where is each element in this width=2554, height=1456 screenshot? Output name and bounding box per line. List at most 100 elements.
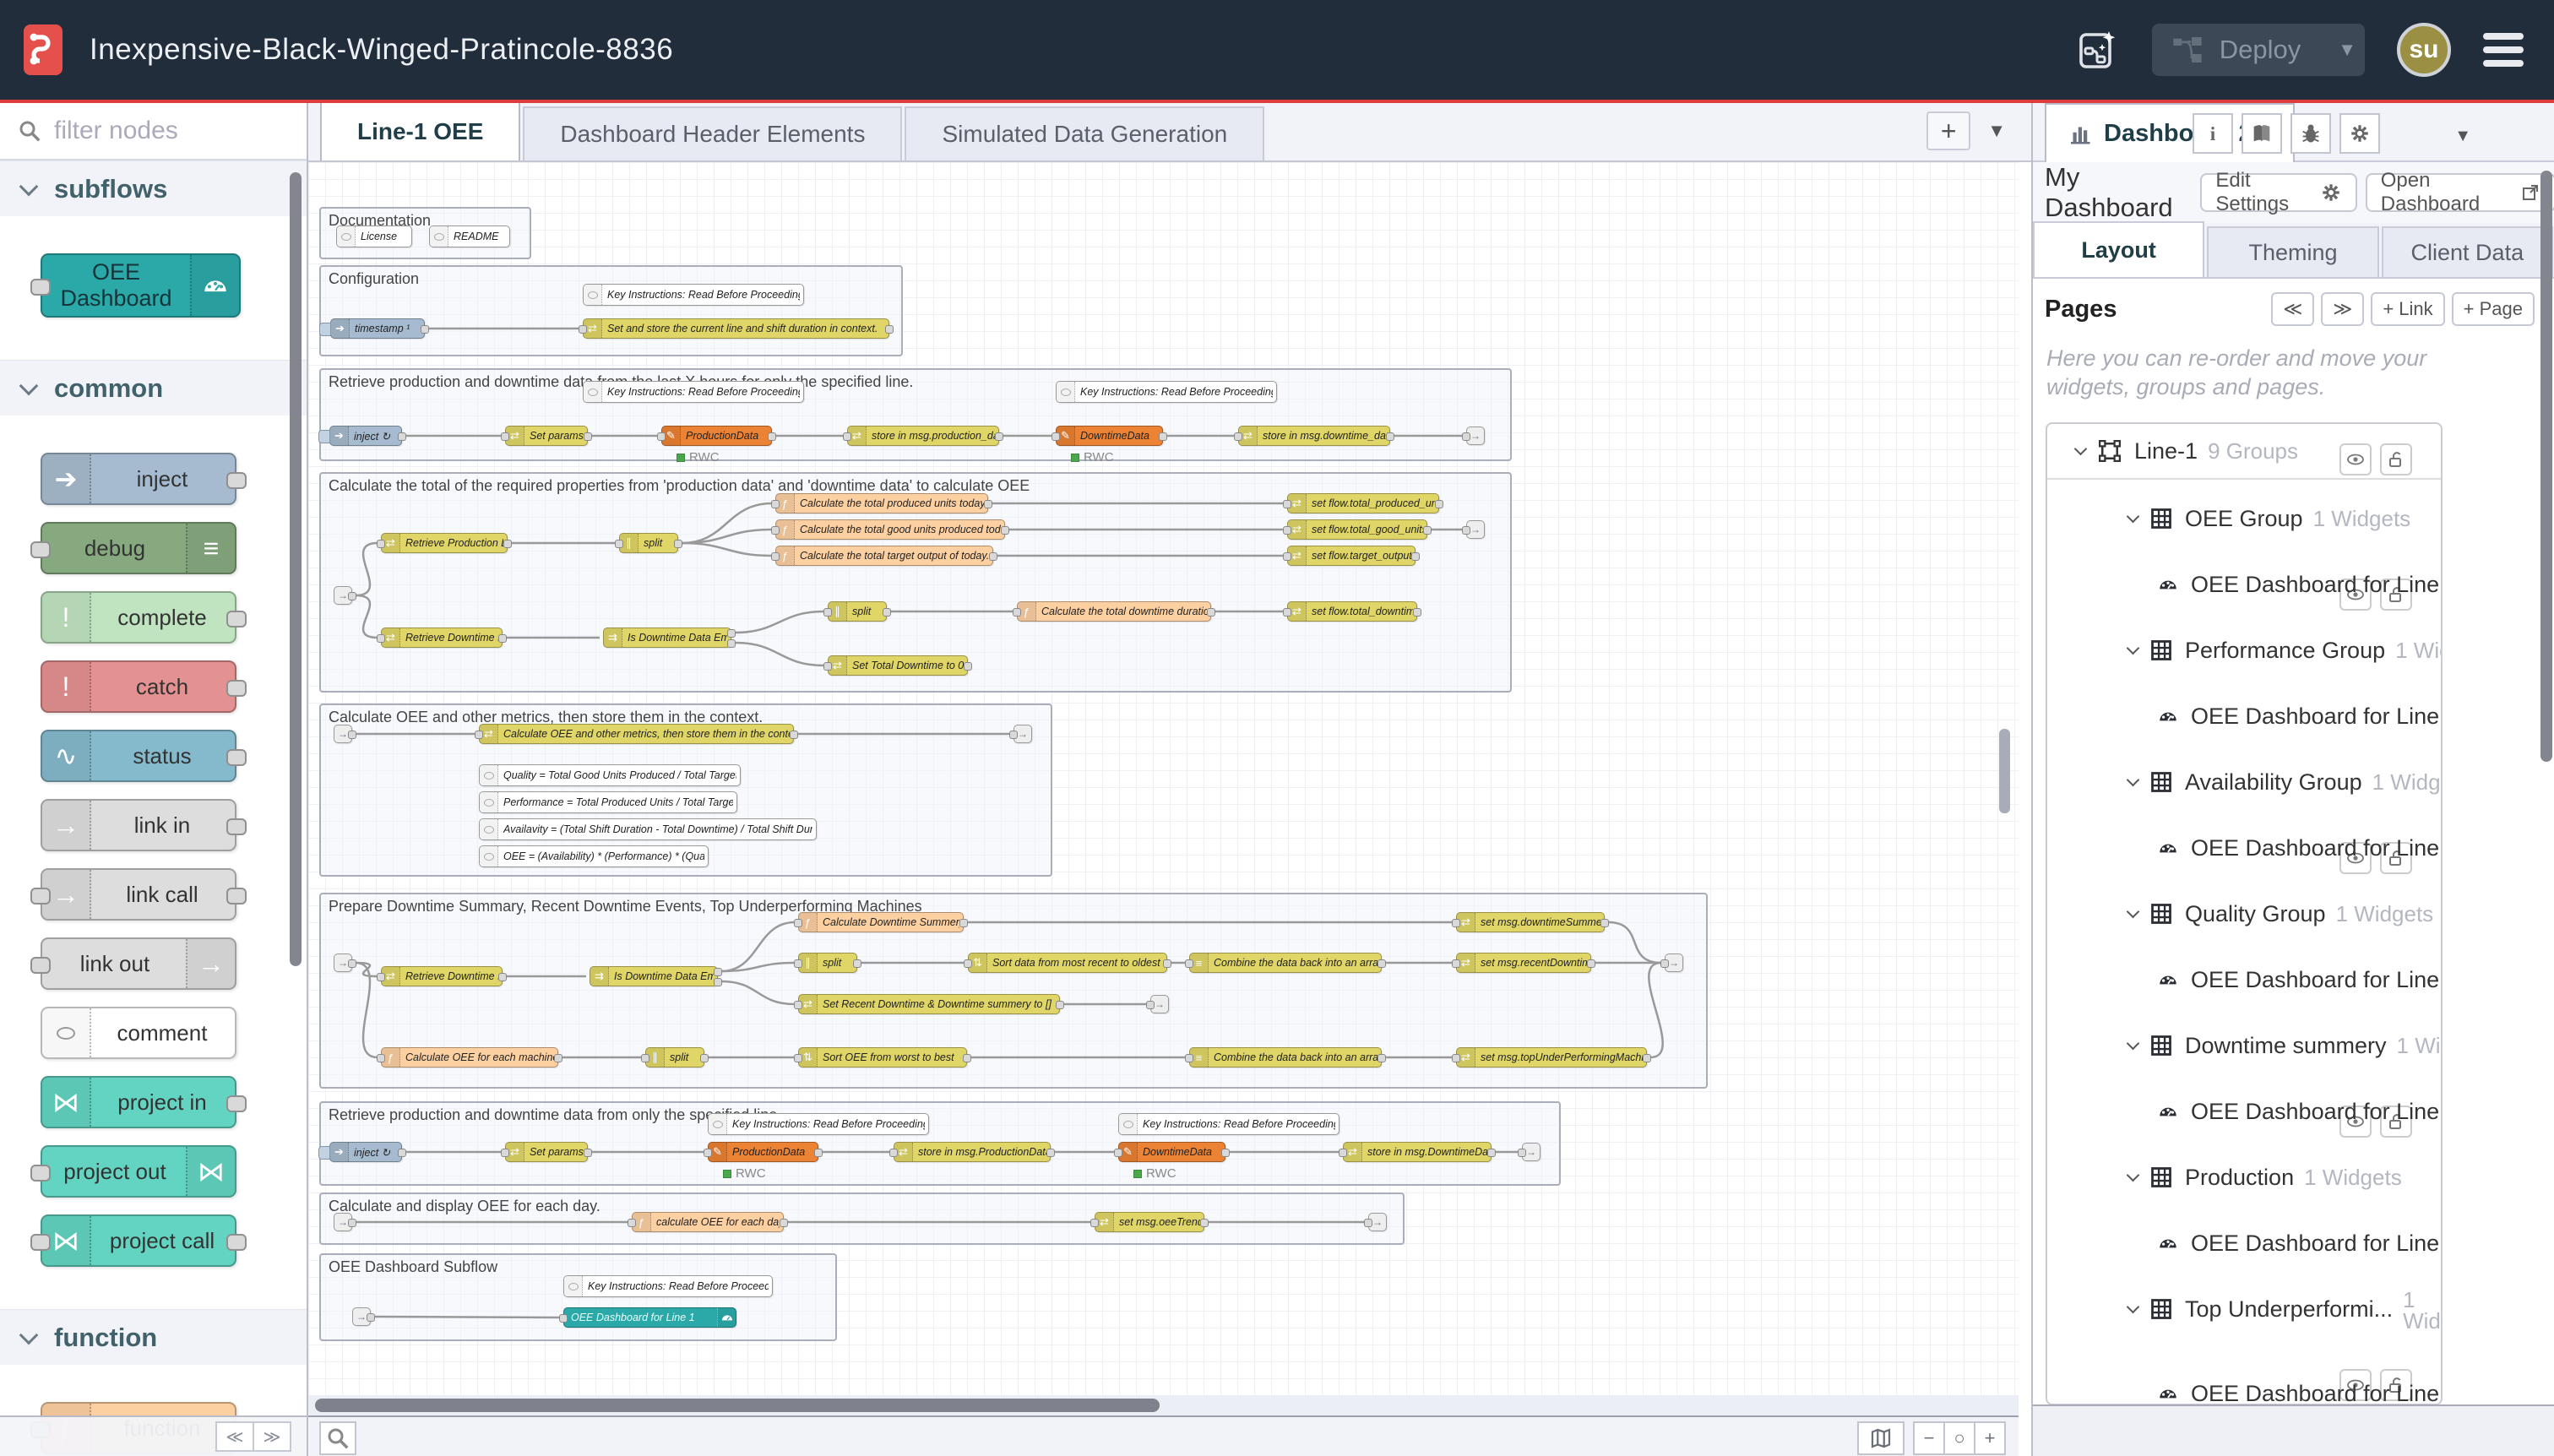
- flow-node-linkout[interactable]: →→: [1466, 426, 1485, 445]
- flow-node-join[interactable]: ≡Combine the data back into an array.: [1189, 953, 1382, 973]
- palette-node-link-out[interactable]: →link out: [41, 937, 236, 990]
- flow-node-change[interactable]: ⇄Set Total Downtime to 0: [828, 655, 968, 676]
- flow-node-split[interactable]: ∥split: [645, 1047, 704, 1068]
- comment-node[interactable]: Key Instructions: Read Before Proceeding: [1056, 381, 1277, 403]
- add-link-button[interactable]: + Link: [2371, 292, 2444, 326]
- tree-row-performance-group[interactable]: Performance Group1 Widgets: [2047, 632, 2441, 669]
- inject-button[interactable]: [319, 323, 331, 336]
- flow-node-linkout[interactable]: →→: [1522, 1143, 1541, 1161]
- chevron-down-icon[interactable]: [2127, 1037, 2140, 1051]
- zoom-reset-button[interactable]: ○: [1943, 1421, 1975, 1455]
- tree-row-oee-group[interactable]: OEE Group1 Widgets: [2047, 500, 2441, 537]
- palette-node-complete[interactable]: !complete: [41, 591, 236, 644]
- flow-node-template[interactable]: ✎DowntimeData: [1118, 1142, 1225, 1162]
- palette-node-project-call[interactable]: ⋈project call: [41, 1214, 236, 1267]
- flow-list-caret[interactable]: ▼: [1987, 120, 2006, 142]
- comment-node[interactable]: Performance = Total Produced Units / Tot…: [479, 791, 737, 813]
- tab-layout[interactable]: Layout: [2033, 221, 2204, 277]
- flow-group[interactable]: Calculate and display OEE for each day.: [319, 1193, 1405, 1245]
- open-dashboard-button[interactable]: Open Dashboard: [2366, 173, 2554, 212]
- canvas-search-button[interactable]: [319, 1421, 356, 1455]
- flow-node-func[interactable]: ƒCalculate the total produced units toda…: [775, 493, 988, 513]
- tree-row-top-underperformi-[interactable]: Top Underperformi...1 Widgets: [2047, 1290, 2441, 1328]
- flow-node-func[interactable]: ƒCalculate the total downtime duration: [1017, 601, 1211, 622]
- flow-node-change[interactable]: ⇄store in msg.DowntimeData: [1343, 1142, 1492, 1162]
- flow-node-inject[interactable]: ➔inject ↻: [329, 1142, 402, 1162]
- palette-expand-all-button[interactable]: ≫: [253, 1421, 291, 1452]
- widget-row[interactable]: OEE Dashboard for Line 1: [2047, 1225, 2441, 1262]
- flow-node-linkin[interactable]: →→: [334, 725, 352, 743]
- info-tab-button[interactable]: i: [2193, 113, 2233, 154]
- chevron-down-icon[interactable]: [2074, 443, 2088, 456]
- debug-tab-button[interactable]: [2290, 113, 2331, 154]
- palette-section-function[interactable]: function: [0, 1309, 307, 1365]
- palette-section-subflows[interactable]: subflows: [0, 160, 307, 216]
- flow-node-split[interactable]: ∥split: [828, 601, 887, 622]
- comment-node[interactable]: Key Instructions: Read Before Proceeding: [583, 284, 804, 306]
- comment-node[interactable]: Key Instructions: Read Before Proceeding: [583, 381, 804, 403]
- tab-client-data[interactable]: Client Data: [2382, 226, 2553, 277]
- flow-node-change[interactable]: ⇄store in msg.production_data: [847, 426, 999, 446]
- flow-node-change[interactable]: ⇄set msg.topUnderPerformingMachines: [1456, 1047, 1647, 1068]
- flow-group[interactable]: Retrieve production and downtime data fr…: [319, 368, 1512, 461]
- flow-tab-line-1-oee[interactable]: Line-1 OEE: [320, 101, 520, 160]
- canvas-horizontal-scrollbar[interactable]: [308, 1395, 2019, 1415]
- flow-canvas[interactable]: DocumentationConfigurationRetrieve produ…: [308, 162, 2019, 1395]
- widget-row[interactable]: OEE Dashboard for Line 1: [2047, 829, 2441, 867]
- flow-node-change[interactable]: ⇄Set params: [505, 426, 588, 446]
- canvas-vertical-scrollbar[interactable]: [1999, 729, 2010, 813]
- comment-node[interactable]: Quality = Total Good Units Produced / To…: [479, 764, 741, 786]
- comment-node[interactable]: OEE = (Availability) * (Performance) * (…: [479, 845, 709, 867]
- palette-node-project-in[interactable]: ⋈project in: [41, 1076, 236, 1128]
- main-menu-button[interactable]: [2483, 26, 2524, 73]
- inject-button[interactable]: [318, 1146, 330, 1160]
- palette-scrollbar[interactable]: [290, 172, 302, 966]
- widget-row[interactable]: OEE Dashboard for Line 1: [2047, 961, 2441, 998]
- chevron-down-icon[interactable]: [2127, 1169, 2140, 1182]
- tab-theming[interactable]: Theming: [2207, 226, 2378, 277]
- user-avatar[interactable]: su: [2397, 23, 2451, 77]
- add-flow-button[interactable]: +: [1926, 111, 1970, 150]
- flow-node-template[interactable]: ✎ProductionData: [708, 1142, 818, 1162]
- flow-node-change[interactable]: ⇄set flow.total_good_units: [1287, 519, 1427, 540]
- flow-node-linkin[interactable]: →→: [334, 586, 352, 605]
- comment-node[interactable]: Key Instructions: Read Before Proceeding: [563, 1275, 773, 1297]
- palette-filter-input[interactable]: [54, 117, 265, 145]
- flow-group[interactable]: OEE Dashboard Subflow: [319, 1253, 837, 1341]
- flow-node-linkin[interactable]: →→: [334, 953, 352, 972]
- tree-row-downtime-summery[interactable]: Downtime summery1 Widgets: [2047, 1027, 2441, 1064]
- flow-node-func[interactable]: ƒCalculate the total good units produced…: [775, 519, 1005, 540]
- flow-node-linkout[interactable]: →→: [1368, 1213, 1387, 1231]
- flow-node-join[interactable]: ≡Combine the data back into an array.: [1189, 1047, 1382, 1068]
- palette-node-project-out[interactable]: ⋈project out: [41, 1145, 236, 1198]
- flow-node-change[interactable]: ⇄set msg.downtimeSummery: [1456, 912, 1605, 932]
- inject-button[interactable]: [318, 430, 330, 443]
- flow-node-change[interactable]: ⇄store in msg.ProductionData: [894, 1142, 1051, 1162]
- palette-node-OEE-Dashboard[interactable]: OEEDashboard: [41, 253, 241, 318]
- palette-node-debug[interactable]: ≡debug: [41, 522, 236, 574]
- help-book-button[interactable]: [2242, 113, 2282, 154]
- flow-node-func[interactable]: ƒCalculate Downtime Summery: [798, 912, 964, 932]
- palette-node-inject[interactable]: ➔inject: [41, 453, 236, 505]
- collapse-all-pages-button[interactable]: ≪: [2271, 292, 2314, 326]
- chevron-down-icon[interactable]: [2127, 905, 2140, 919]
- comment-node[interactable]: Key Instructions: Read Before Proceeding: [708, 1113, 929, 1135]
- config-gear-button[interactable]: [2339, 113, 2380, 154]
- tree-row-line-1[interactable]: Line-19 Groups: [2047, 432, 2441, 470]
- flow-node-change[interactable]: ⇄Set params: [505, 1142, 588, 1162]
- flow-node-split[interactable]: ∥split: [619, 533, 678, 553]
- edit-settings-button[interactable]: Edit Settings: [2200, 173, 2356, 212]
- flow-node-change[interactable]: ⇄set flow.total_downtime: [1287, 601, 1417, 622]
- flow-node-sort[interactable]: ⇅Sort data from most recent to oldest: [968, 953, 1167, 973]
- lock-toggle-button[interactable]: [2380, 443, 2412, 475]
- sidebar-scrollbar[interactable]: [2540, 171, 2552, 762]
- flow-node-split[interactable]: ∥split: [798, 953, 857, 973]
- palette-node-comment[interactable]: comment: [41, 1007, 236, 1059]
- flow-node-switch[interactable]: ⇉Is Downtime Data Empty?: [590, 966, 718, 986]
- flow-node-change[interactable]: ⇄Retrieve Downtime Data: [381, 627, 503, 648]
- zoom-in-button[interactable]: +: [1974, 1421, 2006, 1455]
- flow-node-change[interactable]: ⇄set flow.total_produced_units: [1287, 493, 1439, 513]
- comment-node[interactable]: README: [429, 225, 510, 247]
- comment-node[interactable]: License: [336, 225, 412, 247]
- flow-node-switch[interactable]: ⇉Is Downtime Data Empty?: [603, 627, 731, 648]
